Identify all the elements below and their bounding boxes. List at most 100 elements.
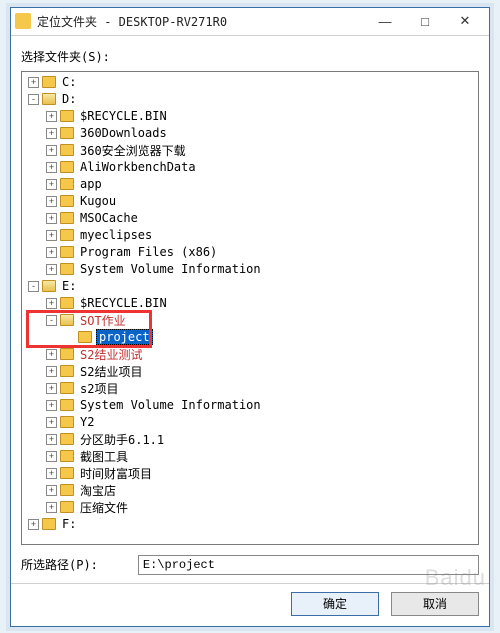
tree-node-label: $RECYCLE.BIN	[78, 296, 169, 310]
folder-open-icon	[42, 93, 56, 105]
tree-node[interactable]: + s2项目	[22, 380, 478, 397]
maximize-button[interactable]: □	[405, 9, 445, 33]
tree-node[interactable]: + app	[22, 176, 478, 193]
tree-node-label: Kugou	[78, 194, 118, 208]
tree-node[interactable]: + S2结业项目	[22, 363, 478, 380]
tree-node[interactable]: + MSOCache	[22, 210, 478, 227]
expand-icon[interactable]: +	[46, 179, 57, 190]
tree-node-label: SOT作业	[78, 312, 128, 329]
tree-node-label: 360安全浏览器下载	[78, 142, 188, 159]
folder-icon	[60, 484, 74, 496]
expand-icon[interactable]: +	[46, 264, 57, 275]
folder-icon	[60, 450, 74, 462]
tree-node[interactable]: + Kugou	[22, 193, 478, 210]
tree-node-label: project	[96, 329, 153, 345]
tree-node-label: System Volume Information	[78, 398, 263, 412]
expand-icon[interactable]: +	[28, 519, 39, 530]
folder-icon	[60, 110, 74, 122]
folder-tree[interactable]: +C:-D:+$RECYCLE.BIN+360Downloads+360安全浏览…	[21, 71, 479, 545]
ok-button[interactable]: 确定	[291, 592, 379, 616]
tree-node-label: MSOCache	[78, 211, 140, 225]
collapse-icon[interactable]: -	[46, 315, 57, 326]
tree-node-label: $RECYCLE.BIN	[78, 109, 169, 123]
tree-node-label: S2结业测试	[78, 346, 144, 363]
tree-node[interactable]: +360安全浏览器下载	[22, 142, 478, 159]
cancel-button[interactable]: 取消	[391, 592, 479, 616]
tree-node[interactable]: + C:	[22, 74, 478, 91]
tree-node[interactable]: + Program Files (x86)	[22, 244, 478, 261]
tree-node[interactable]: + F:	[22, 516, 478, 533]
tree-node[interactable]: +360Downloads	[22, 125, 478, 142]
expand-icon[interactable]: +	[46, 400, 57, 411]
path-row: 所选路径(P):	[21, 555, 479, 575]
tree-node[interactable]: + S2结业测试	[22, 346, 478, 363]
expand-icon[interactable]: +	[46, 247, 57, 258]
tree-node[interactable]: + System Volume Information	[22, 397, 478, 414]
tree-node[interactable]: +myeclipses	[22, 227, 478, 244]
expand-icon[interactable]: +	[46, 213, 57, 224]
tree-node[interactable]: - SOT作业	[22, 312, 478, 329]
folder-icon	[60, 365, 74, 377]
tree-node[interactable]: +AliWorkbenchData	[22, 159, 478, 176]
tree-node[interactable]: + 淘宝店	[22, 482, 478, 499]
path-input[interactable]	[138, 555, 479, 575]
tree-node-label: s2项目	[78, 380, 120, 397]
expand-icon[interactable]: +	[46, 230, 57, 241]
tree-node-label: Y2	[78, 415, 96, 429]
tree-node[interactable]: -E:	[22, 278, 478, 295]
collapse-icon[interactable]: -	[28, 281, 39, 292]
expand-icon[interactable]: +	[46, 468, 57, 479]
tree-node[interactable]: +分区助手6.1.1	[22, 431, 478, 448]
tree-node[interactable]: -D:	[22, 91, 478, 108]
tree-node[interactable]: + $RECYCLE.BIN	[22, 295, 478, 312]
tree-node-label: S2结业项目	[78, 363, 144, 380]
minimize-button[interactable]: —	[365, 9, 405, 33]
expand-icon[interactable]: +	[46, 196, 57, 207]
expand-icon[interactable]: +	[46, 128, 57, 139]
titlebar: 定位文件夹 - DESKTOP-RV271R0 — □ ✕	[11, 8, 489, 36]
button-row: 确定 取消	[11, 583, 489, 626]
tree-node[interactable]: +System Volume Information	[22, 261, 478, 278]
tree-node[interactable]: + $RECYCLE.BIN	[22, 108, 478, 125]
expand-icon[interactable]: +	[46, 298, 57, 309]
folder-icon	[60, 229, 74, 241]
expand-icon[interactable]: +	[46, 162, 57, 173]
collapse-icon[interactable]: -	[28, 94, 39, 105]
folder-open-icon	[42, 280, 56, 292]
tree-node-label: F:	[60, 517, 78, 531]
tree-node[interactable]: +时间财富项目	[22, 465, 478, 482]
folder-icon	[60, 416, 74, 428]
close-button[interactable]: ✕	[445, 9, 485, 33]
tree-node-label: 淘宝店	[78, 482, 118, 499]
folder-icon	[60, 195, 74, 207]
expand-icon[interactable]: +	[46, 145, 57, 156]
folder-icon	[60, 501, 74, 513]
tree-node[interactable]: project	[22, 329, 478, 346]
folder-icon	[60, 399, 74, 411]
expand-icon[interactable]: +	[46, 349, 57, 360]
expand-icon[interactable]: +	[28, 77, 39, 88]
folder-icon	[60, 348, 74, 360]
expand-icon[interactable]: +	[46, 366, 57, 377]
folder-icon	[60, 246, 74, 258]
window-title: 定位文件夹 - DESKTOP-RV271R0	[37, 13, 365, 30]
tree-node[interactable]: +截图工具	[22, 448, 478, 465]
choose-folder-label: 选择文件夹(S):	[21, 48, 479, 65]
tree-node-label: Program Files (x86)	[78, 245, 219, 259]
tree-node[interactable]: +压缩文件	[22, 499, 478, 516]
expand-icon[interactable]: +	[46, 451, 57, 462]
expand-icon[interactable]: +	[46, 383, 57, 394]
tree-node[interactable]: + Y2	[22, 414, 478, 431]
folder-icon	[60, 212, 74, 224]
folder-icon	[78, 331, 92, 343]
spacer	[64, 332, 75, 343]
expand-icon[interactable]: +	[46, 485, 57, 496]
expand-icon[interactable]: +	[46, 502, 57, 513]
tree-node-label: app	[78, 177, 104, 191]
folder-icon	[60, 263, 74, 275]
expand-icon[interactable]: +	[46, 434, 57, 445]
selected-path-label: 所选路径(P):	[21, 556, 98, 573]
expand-icon[interactable]: +	[46, 417, 57, 428]
tree-node-label: C:	[60, 75, 78, 89]
expand-icon[interactable]: +	[46, 111, 57, 122]
